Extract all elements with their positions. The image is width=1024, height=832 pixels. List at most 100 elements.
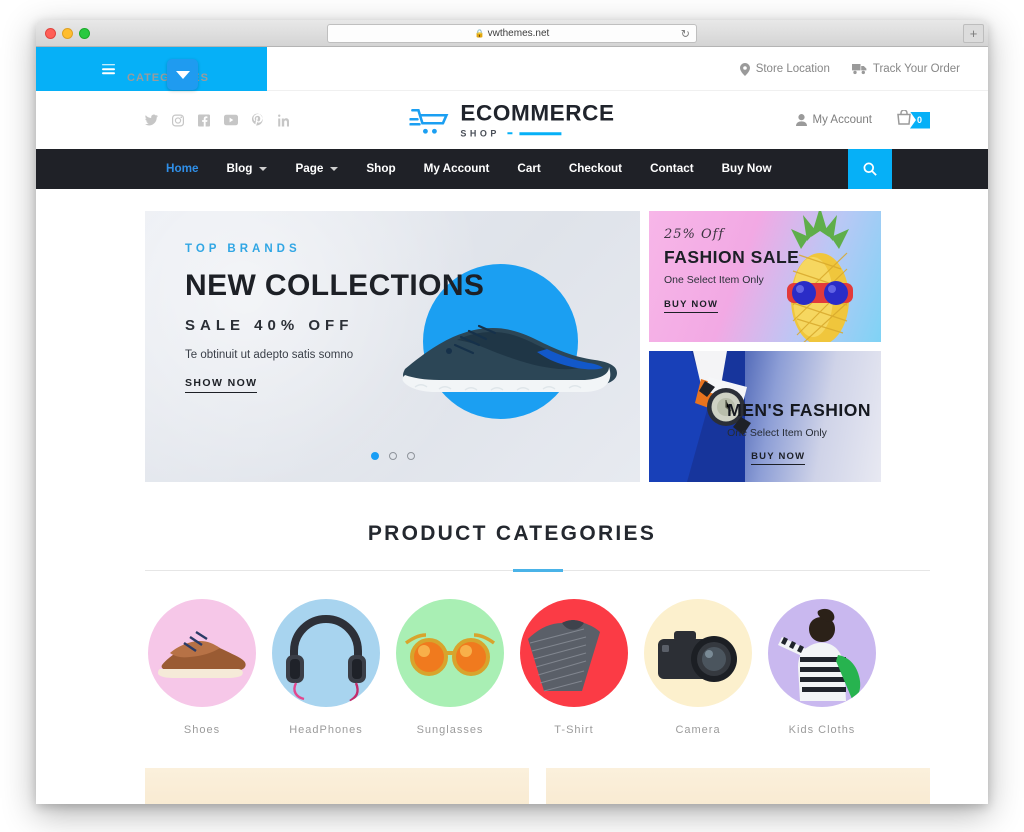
side-banner-column: 25% Off FASHION SALE One Select Item Onl… [649,211,881,482]
category-item-headphones[interactable]: HeadPhones [272,599,380,736]
pinterest-icon[interactable] [252,113,263,127]
category-thumbnail [644,599,752,707]
nav-item-cart[interactable]: Cart [503,149,554,189]
nav-item-home[interactable]: Home [152,149,212,189]
hero-headline: NEW COLLECTIONS [185,269,485,302]
nav-item-label: My Account [423,162,490,175]
preview-card-2[interactable] [546,768,930,804]
site-logo[interactable]: ECOMMERCE SHOP [409,102,614,138]
carousel-dot-1[interactable] [370,452,379,460]
page-viewport: CATEGORIES Store Location Track Your Ord… [36,47,988,804]
twitter-icon[interactable] [145,114,158,126]
nav-item-page[interactable]: Page [281,149,352,189]
hero-description: Te obtinuit ut adepto satis somno [185,349,354,361]
nav-item-shop[interactable]: Shop [352,149,409,189]
category-label: HeadPhones [289,724,363,736]
facebook-icon[interactable] [198,114,210,126]
window-traffic-lights[interactable] [45,28,90,39]
instagram-icon[interactable] [172,114,184,126]
address-bar[interactable]: 🔒 vwthemes.net ↻ [327,24,697,43]
preview-card-1[interactable] [145,768,529,804]
linkedin-icon[interactable] [277,114,289,126]
category-item-sunglasses[interactable]: Sunglasses [396,599,504,736]
nav-item-list: Home Blog Page Shop My Account Cart Checkout Co… [152,149,786,189]
nav-item-label: Home [166,162,199,175]
fashion-banner-discount: 25% Off [664,227,725,242]
hero-copy: TOP BRANDS NEW COLLECTIONS SALE 40% OFF … [185,243,484,393]
mens-fashion-banner[interactable]: MEN'S FASHION One Select Item Only BUY N… [649,351,881,482]
category-item-t-shirt[interactable]: T-Shirt [520,599,628,736]
store-location-link[interactable]: Store Location [739,62,830,76]
search-button[interactable] [848,149,892,189]
fashion-sale-banner[interactable]: 25% Off FASHION SALE One Select Item Onl… [649,211,881,342]
map-pin-icon [739,62,750,76]
browser-chrome-bar: 🔒 vwthemes.net ↻ + [36,20,988,47]
track-order-link[interactable]: Track Your Order [851,63,960,75]
browser-window: 🔒 vwthemes.net ↻ + CATEGORIES [36,20,988,804]
main-navigation-bar: Home Blog Page Shop My Account Cart Checkout Co… [36,149,988,189]
my-account-label: My Account [812,114,872,126]
lock-icon: 🔒 [474,29,485,38]
social-icon-list [145,113,289,127]
nav-item-my-account[interactable]: My Account [410,149,504,189]
categories-button[interactable]: CATEGORIES [36,47,267,91]
product-categories-title: PRODUCT CATEGORIES [367,522,657,545]
nav-item-label: Buy Now [721,162,772,175]
category-grid: Shoes HeadPhones Sunglasses T-Shirt Camera Ki… [36,599,988,736]
hero-subline: SALE 40% OFF [185,317,354,334]
logo-dash-small [506,132,512,135]
category-item-camera[interactable]: Camera [644,599,752,736]
youtube-icon[interactable] [224,114,238,126]
nav-item-label: Shop [366,162,396,175]
search-icon [863,162,877,176]
maximize-window-button[interactable] [79,28,90,39]
logo-sub-text: SHOP [460,127,500,138]
nav-item-label: Blog [226,162,253,175]
fashion-banner-copy: 25% Off FASHION SALE One Select Item Onl… [664,227,799,313]
fashion-banner-cta[interactable]: BUY NOW [664,299,719,313]
category-thumbnail [520,599,628,707]
url-text: vwthemes.net [487,28,550,39]
user-icon [795,114,807,126]
nav-item-contact[interactable]: Contact [636,149,708,189]
cart-widget[interactable]: 0 [896,109,930,130]
hero-cta-button[interactable]: SHOW NOW [185,377,258,393]
category-label: Kids Cloths [788,724,856,736]
mens-banner-copy: MEN'S FASHION One Select Item Only BUY N… [727,395,871,465]
logo-wordmark: ECOMMERCE SHOP [460,102,614,138]
close-window-button[interactable] [45,28,56,39]
shopping-cart-icon [409,108,449,134]
hero-slider[interactable]: TOP BRANDS NEW COLLECTIONS SALE 40% OFF … [145,211,640,482]
hero-carousel-dots[interactable] [370,452,415,460]
store-location-label: Store Location [755,63,830,75]
product-categories-section: PRODUCT CATEGORIES Shoes HeadPhones Sungla… [36,482,988,736]
section-divider [145,570,930,571]
truck-icon [851,64,867,75]
nav-item-blog[interactable]: Blog [212,149,281,189]
minimize-window-button[interactable] [62,28,73,39]
my-account-link[interactable]: My Account [795,114,872,126]
nav-item-label: Page [295,162,324,175]
nav-item-label: Checkout [568,162,623,175]
shopping-bag-icon [896,109,912,130]
new-tab-button[interactable]: + [963,24,984,43]
hero-eyebrow: TOP BRANDS [185,243,301,255]
mens-banner-subtitle: One Select Item Only [727,427,827,439]
carousel-dot-2[interactable] [388,452,397,460]
category-label: Sunglasses [416,724,484,736]
download-triangle-icon [175,70,190,79]
logo-brand-text: ECOMMERCE [460,100,615,126]
top-utility-links: Store Location Track Your Order [739,47,960,91]
account-and-cart: My Account 0 [795,109,930,130]
reload-icon[interactable]: ↻ [681,27,690,40]
hero-region: TOP BRANDS NEW COLLECTIONS SALE 40% OFF … [36,189,988,482]
mens-banner-cta[interactable]: BUY NOW [751,451,806,465]
category-item-shoes[interactable]: Shoes [148,599,256,736]
nav-item-checkout[interactable]: Checkout [555,149,636,189]
download-indicator-chip[interactable] [167,59,198,90]
category-thumbnail [768,599,876,707]
mens-banner-title: MEN'S FASHION [727,400,871,420]
category-item-kids-cloths[interactable]: Kids Cloths [768,599,876,736]
nav-item-buy-now[interactable]: Buy Now [708,149,786,189]
carousel-dot-3[interactable] [406,452,415,460]
